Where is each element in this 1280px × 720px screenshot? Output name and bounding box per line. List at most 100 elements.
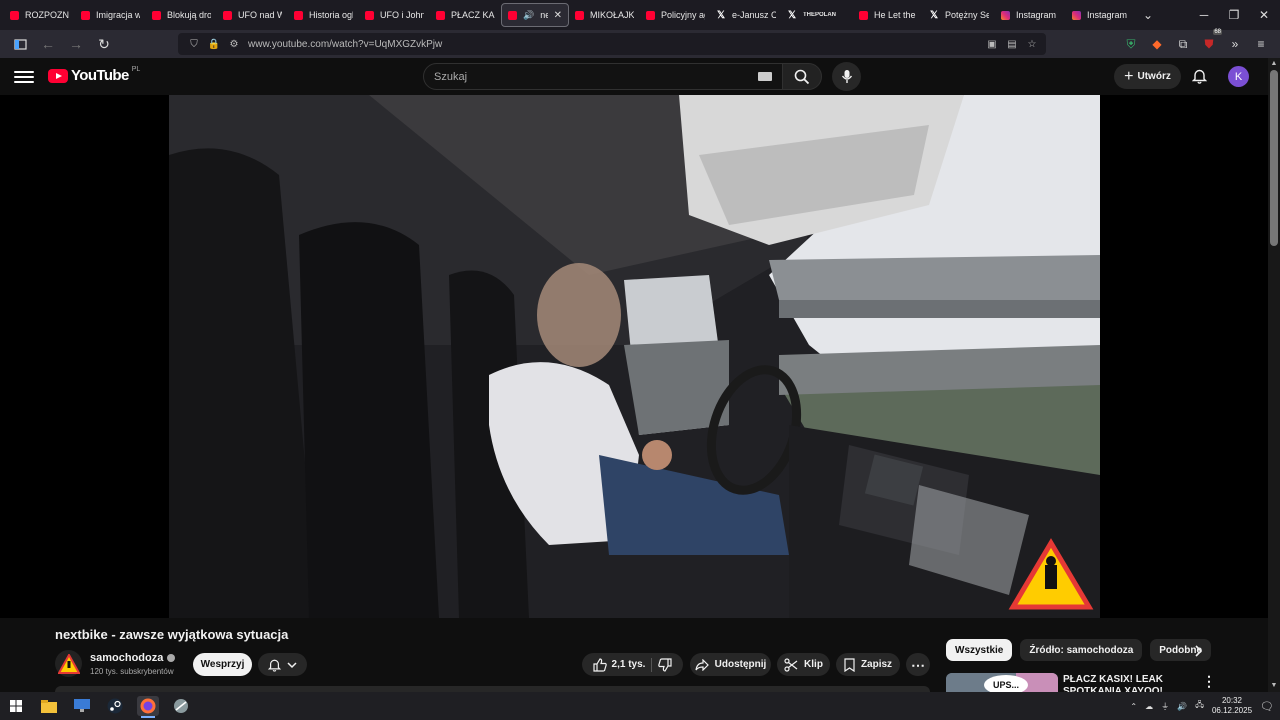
browser-tab[interactable]: UFO nad W [217,3,288,27]
like-dislike-group: 2,1 tys. [582,653,683,676]
like-button[interactable]: 2,1 tys. [592,657,646,672]
video-frame[interactable] [169,95,1100,618]
save-button[interactable]: Zapisz [836,653,900,676]
remote-desktop-icon[interactable] [71,696,93,716]
share-button[interactable]: Udostępnij [690,653,771,676]
video-player[interactable] [0,95,1268,618]
clip-button[interactable]: Klip [777,653,830,676]
like-count: 2,1 tys. [611,659,646,670]
speaker-icon[interactable]: 🔊 [523,10,534,21]
guide-menu-icon[interactable] [14,67,34,87]
extension-ublock-icon[interactable]: ⛊ 68 [1198,29,1222,56]
sidebar-toggle-icon[interactable] [8,32,32,56]
browser-tab[interactable]: 𝕏e-Janusz Ch [711,3,782,27]
account-avatar[interactable]: K [1228,66,1249,87]
windows-start-icon[interactable] [5,696,27,716]
tracking-shield-icon[interactable]: ⛉ [188,38,200,50]
logo-text: YouTube [71,67,129,84]
youtube-favicon-icon [859,10,868,20]
video-title: nextbike - zawsze wyjątkowa sytuacja [55,627,289,642]
page-scrollbar[interactable]: ▲ ▼ [1268,58,1280,692]
keyboard-icon[interactable] [758,72,772,81]
close-tab-icon[interactable]: ✕ [554,10,562,21]
create-button[interactable]: + Utwórz [1114,64,1181,89]
steam-icon[interactable] [104,696,126,716]
scroll-up-arrow-icon[interactable]: ▲ [1268,60,1280,70]
recommended-video-thumbnail[interactable]: UPS... [946,673,1058,692]
chevron-down-icon [287,661,297,668]
youtube-logo[interactable]: YouTube PL [48,66,141,84]
browser-tab[interactable]: Blokują dro [146,3,217,27]
minimize-button[interactable]: ─ [1188,0,1220,30]
chip-all[interactable]: Wszystkie [946,639,1013,661]
tray-chevron-up-icon[interactable]: ⌃ [1130,702,1137,711]
browser-tab[interactable]: He Let the I [853,3,924,27]
channel-name-row[interactable]: samochodoza [90,652,176,664]
recommended-video-title[interactable]: PŁACZ KASIX! LEAK SPOTKANIA XAYOO! [1063,674,1193,692]
clock[interactable]: 20:32 06.12.2025 [1212,696,1252,716]
browser-tab-active[interactable]: 🔊 next ✕ [501,3,569,27]
scissors-icon [784,657,798,672]
microphone-icon [841,70,852,83]
voice-search-button[interactable] [832,62,861,91]
browser-tab[interactable]: PŁACZ KASI [430,3,501,27]
cloud-icon[interactable]: ☁ [1145,702,1153,711]
url-text[interactable]: www.youtube.com/watch?v=UqMXGZvkPjw [248,39,442,50]
chips-next-button[interactable] [1188,641,1208,661]
video-scene [169,95,1100,618]
volume-icon[interactable]: 🔊 [1177,702,1187,711]
forward-icon[interactable]: → [64,32,88,56]
firefox-icon[interactable] [137,696,159,718]
youtube-favicon-icon [152,10,161,20]
file-explorer-icon[interactable] [38,696,60,716]
channel-name[interactable]: samochodoza [90,652,163,664]
notifications-center-icon[interactable]: 🗨 [1260,700,1274,713]
extension-shield-icon[interactable]: ⛨ [1120,32,1142,56]
scrollbar-thumb[interactable] [1270,70,1278,246]
reader-view-icon[interactable]: ▤ [1006,38,1018,50]
recommended-more-icon[interactable]: ⋮ [1202,674,1216,690]
browser-tab[interactable]: Instagram [1066,3,1137,27]
tab-list-chevron-icon[interactable]: ⌄ [1132,0,1164,30]
browser-tab[interactable]: Policyjny ag [640,3,711,27]
x-favicon-icon: 𝕏 [717,9,726,21]
back-icon[interactable]: ← [36,32,60,56]
chip-from-channel[interactable]: Źródło: samochodoza [1020,639,1143,661]
browser-tab[interactable]: Imigracja w [75,3,146,27]
picture-in-picture-icon[interactable]: ▣ [986,38,998,50]
app-menu-icon[interactable]: ≡ [1250,32,1272,56]
browser-tab[interactable]: UFO i John [359,3,430,27]
notifications-button[interactable] [1188,65,1210,87]
dislike-button[interactable] [658,657,673,672]
extensions-puzzle-icon[interactable]: ⧉ [1172,32,1194,56]
reload-icon[interactable]: ↻ [92,32,116,56]
channel-avatar[interactable] [55,650,82,677]
extension-fox-icon[interactable]: ◆ [1146,32,1168,56]
tab-label: Instagram [1016,10,1057,20]
browser-tab[interactable]: Historia ogl [288,3,359,27]
browser-tab[interactable]: 𝕏 THEPOLAN [782,3,853,27]
network-icon[interactable]: 🖧 [1195,699,1204,713]
subscription-notifications-button[interactable] [258,653,307,676]
browser-tab[interactable]: ROZPOZNA [4,3,75,27]
search-button[interactable] [782,63,822,90]
tab-label: Imigracja w [96,10,140,20]
maximize-button[interactable]: ❐ [1218,0,1250,30]
region-code: PL [131,66,141,73]
bookmark-star-icon[interactable]: ☆ [1026,38,1038,50]
close-window-button[interactable]: ✕ [1248,0,1280,30]
browser-tab[interactable]: MIKOŁAJKI [569,3,640,27]
overflow-chevrons-icon[interactable]: » [1224,32,1246,56]
app-icon[interactable] [170,696,192,716]
browser-tab[interactable]: 𝕏 Potężny Set [924,3,995,27]
search-input[interactable]: Szukaj [423,63,783,90]
more-actions-button[interactable]: ⋯ [906,653,930,676]
support-button[interactable]: Wesprzyj [193,653,252,676]
usb-icon[interactable]: ⏚ [1161,701,1169,712]
lock-icon[interactable]: 🔒 [208,38,220,50]
tab-label: ROZPOZNA [25,10,69,20]
scroll-down-arrow-icon[interactable]: ▼ [1268,682,1280,692]
browser-tab[interactable]: Instagram [995,3,1066,27]
permissions-icon[interactable]: ⚙ [228,38,240,50]
address-bar[interactable]: ⛉ 🔒 ⚙ www.youtube.com/watch?v=UqMXGZvkPj… [178,33,1046,55]
